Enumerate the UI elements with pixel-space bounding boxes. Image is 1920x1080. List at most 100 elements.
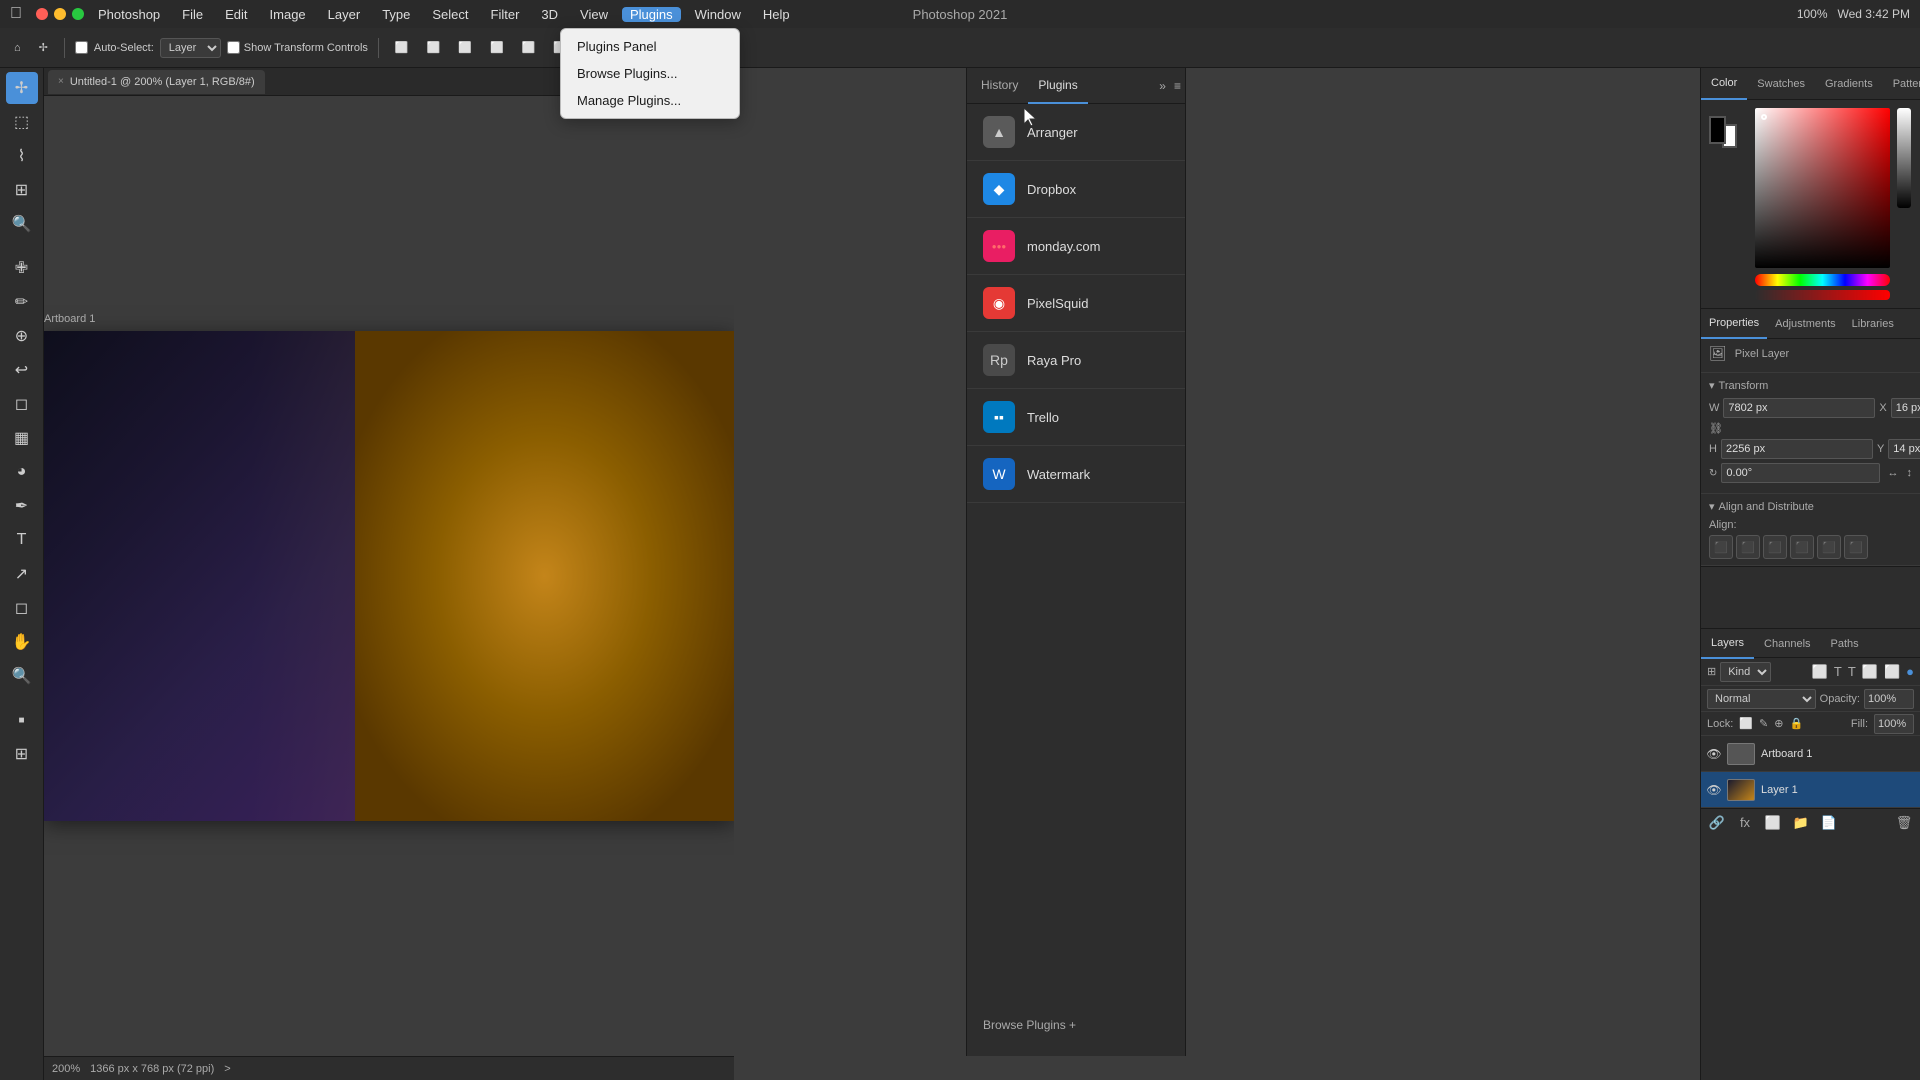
crop-tool[interactable]: ⊞ [6,174,38,206]
menu-plugins[interactable]: Plugins [622,7,681,22]
plugins-panel-item[interactable]: Plugins Panel [561,33,739,60]
filter-shape-btn[interactable]: ⬜ [1862,664,1878,680]
show-transform-checkbox[interactable] [227,41,240,54]
artboard-tool[interactable]: ⊞ [6,738,38,770]
filter-toggle[interactable]: ● [1906,664,1914,680]
rectangle-select-tool[interactable]: ⬚ [6,106,38,138]
blend-mode-select[interactable]: Normal [1707,689,1816,709]
align-top-edge-btn[interactable]: ⬛ [1790,535,1814,559]
browse-plugins-item[interactable]: Browse Plugins... [561,60,739,87]
document-tab[interactable]: × Untitled-1 @ 200% (Layer 1, RGB/8#) [48,70,265,94]
menu-select[interactable]: Select [424,7,476,22]
tab-layers[interactable]: Layers [1701,629,1754,659]
filter-pixel-btn[interactable]: ⬜ [1812,664,1828,680]
link-layers-btn[interactable]: 🔗 [1707,813,1727,833]
close-button[interactable] [36,8,48,20]
apple-menu-icon[interactable]:  [10,5,22,23]
create-layer-btn[interactable]: 📄 [1819,813,1839,833]
filter-smart-btn[interactable]: ⬜ [1884,664,1900,680]
layer-1[interactable]: 👁 Layer 1 [1701,772,1920,808]
align-distribute-title[interactable]: ▾ Align and Distribute [1709,500,1912,513]
y-input[interactable] [1888,439,1920,459]
rotation-input[interactable] [1721,463,1879,483]
plugin-item-rayapro[interactable]: RpRaya Pro [967,332,1185,389]
show-transform-label[interactable]: Show Transform Controls [227,41,368,54]
plugin-item-pixelsquid[interactable]: ◉PixelSquid [967,275,1185,332]
tab-plugins[interactable]: Plugins [1028,68,1087,104]
plugin-item-trello[interactable]: ▪▪Trello [967,389,1185,446]
stamp-tool[interactable]: ⊕ [6,320,38,352]
menu-layer[interactable]: Layer [320,7,369,22]
history-brush-tool[interactable]: ↩ [6,354,38,386]
menu-filter[interactable]: Filter [483,7,528,22]
filter-type-btn[interactable]: T [1848,664,1856,680]
delete-layer-btn[interactable]: 🗑 [1894,813,1914,833]
flip-v-btn[interactable]: ↕ [1907,467,1913,479]
layer-artboard-1[interactable]: 👁 Artboard 1 [1701,736,1920,772]
foreground-color[interactable]: ■ [6,704,38,736]
align-center-v-btn[interactable]: ⬜ [516,34,542,62]
shape-tool[interactable]: ◻ [6,592,38,624]
menu-3d[interactable]: 3D [533,7,566,22]
flip-h-btn[interactable]: ↔ [1888,467,1899,479]
eraser-tool[interactable]: ◻ [6,388,38,420]
eyedropper-tool[interactable]: 🔍 [6,208,38,240]
lock-artboards-btn[interactable]: ⊕ [1774,717,1783,730]
add-mask-btn[interactable]: ⬜ [1763,813,1783,833]
brightness-slider[interactable] [1897,108,1911,208]
plugin-item-dropbox[interactable]: ◆Dropbox [967,161,1185,218]
path-select-tool[interactable]: ↗ [6,558,38,590]
color-gradient-picker[interactable] [1755,108,1890,268]
type-tool[interactable]: T [6,524,38,556]
manage-plugins-item[interactable]: Manage Plugins... [561,87,739,114]
menu-edit[interactable]: Edit [217,7,255,22]
tab-gradients[interactable]: Gradients [1815,68,1883,100]
status-arrow[interactable]: > [224,1063,230,1075]
panel-expand-btn[interactable]: » [1159,79,1166,93]
align-center-h-btn[interactable]: ⬛ [1736,535,1760,559]
plugin-item-watermark[interactable]: WWatermark [967,446,1185,503]
align-center-v-btn[interactable]: ⬛ [1817,535,1841,559]
align-bottom-edge-btn[interactable]: ⬛ [1844,535,1868,559]
home-button[interactable]: ⌂ [8,34,27,62]
brush-tool[interactable]: ✏ [6,286,38,318]
menu-image[interactable]: Image [262,7,314,22]
zoom-tool[interactable]: 🔍 [6,660,38,692]
align-left-edge-btn[interactable]: ⬛ [1709,535,1733,559]
menu-photoshop[interactable]: Photoshop [90,7,168,22]
menu-view[interactable]: View [572,7,616,22]
filter-adjust-btn[interactable]: T [1834,664,1842,680]
gradient-tool[interactable]: ▦ [6,422,38,454]
auto-select-dropdown[interactable]: Layer Group [160,38,221,58]
x-input[interactable] [1891,398,1920,418]
menu-help[interactable]: Help [755,7,798,22]
visibility-icon[interactable]: 👁 [1707,747,1721,761]
browse-plugins-button[interactable]: Browse Plugins + [983,1018,1169,1032]
transform-title[interactable]: ▾ Transform [1709,379,1912,392]
align-center-h-btn[interactable]: ⬜ [421,34,447,62]
tab-libraries[interactable]: Libraries [1844,309,1902,339]
tab-channels[interactable]: Channels [1754,629,1820,659]
hand-tool[interactable]: ✋ [6,626,38,658]
align-top-btn[interactable]: ⬜ [484,34,510,62]
lasso-tool[interactable]: ⌇ [6,140,38,172]
menu-type[interactable]: Type [374,7,418,22]
tab-properties[interactable]: Properties [1701,309,1767,339]
move-tool-btn[interactable]: ✢ [33,34,54,62]
lock-all-btn[interactable]: 🔒 [1789,717,1803,730]
plugin-item-mondaycom[interactable]: ●●●monday.com [967,218,1185,275]
tab-color[interactable]: Color [1701,68,1747,100]
pen-tool[interactable]: ✒ [6,490,38,522]
alpha-slider[interactable] [1755,290,1890,300]
h-input[interactable] [1721,439,1873,459]
menu-file[interactable]: File [174,7,211,22]
hue-slider[interactable] [1755,274,1890,286]
fill-input[interactable] [1874,714,1914,734]
document-tab-close[interactable]: × [58,76,64,87]
tab-swatches[interactable]: Swatches [1747,68,1815,100]
healing-brush-tool[interactable]: ✙ [6,252,38,284]
foreground-color-swatch[interactable] [1709,116,1726,144]
tab-adjustments[interactable]: Adjustments [1767,309,1844,339]
align-right-btn[interactable]: ⬜ [452,34,478,62]
tab-history[interactable]: History [971,68,1028,104]
